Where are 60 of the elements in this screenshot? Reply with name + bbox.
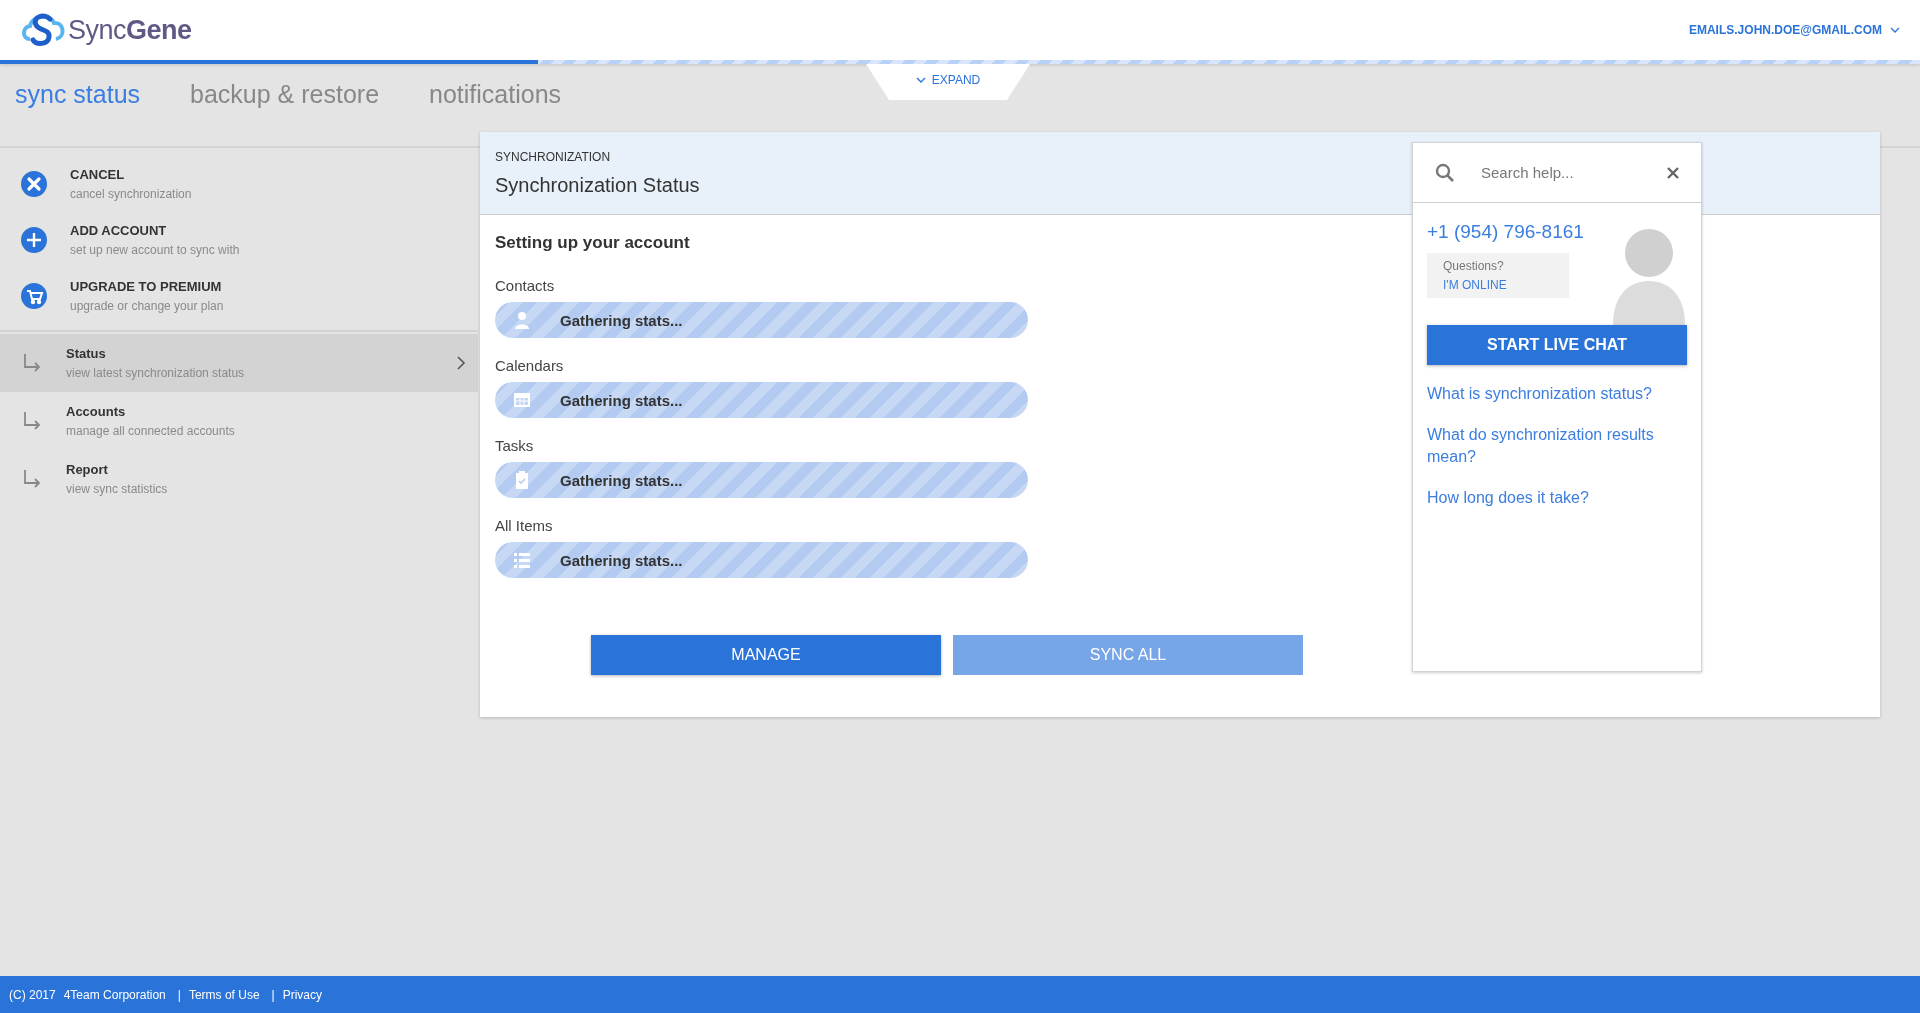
close-icon[interactable] [1667, 166, 1679, 179]
nav-title: Status [66, 346, 107, 361]
footer-link[interactable]: Privacy [282, 987, 323, 1002]
status-text: Gathering stats... [560, 391, 683, 409]
tab[interactable]: notifications [429, 80, 562, 109]
help-link[interactable]: What is synchronization status? [1427, 383, 1687, 405]
footer-separator: | [177, 987, 181, 1002]
help-link[interactable]: How long does it take? [1427, 487, 1687, 509]
expand-tab[interactable]: EXPAND [866, 64, 1030, 100]
panel-title: Synchronization Status [495, 173, 700, 197]
sidebar-action[interactable]: CANCEL cancel synchronization [0, 156, 478, 212]
nav-title: Report [66, 462, 109, 477]
help-link[interactable]: What do synchronization results mean? [1427, 424, 1687, 468]
online-status: I'M ONLINE [1443, 278, 1508, 292]
phone-number: +1 (954) 796-8161 [1427, 221, 1584, 243]
chevron-down-icon [915, 77, 926, 83]
person-icon [512, 310, 532, 330]
footer-link[interactable]: Terms of Use [188, 987, 260, 1002]
account-menu[interactable]: EMAILS.JOHN.DOE@GMAIL.COM [1688, 23, 1900, 37]
search-icon [1435, 162, 1455, 183]
action-title: CANCEL [70, 167, 126, 182]
category-label: Tasks [495, 437, 534, 454]
sidebar-action[interactable]: ADD ACCOUNT set up new account to sync with [0, 212, 478, 268]
nav-subtitle: manage all connected accounts [66, 424, 236, 438]
footer-text: (C) 2017 [9, 987, 56, 1002]
sidebar-nav-item[interactable]: Status view latest synchronization status [0, 334, 478, 392]
cart-icon [20, 282, 48, 310]
plus-circle-icon [20, 226, 48, 254]
start-chat-button[interactable]: START LIVE CHAT [1427, 325, 1687, 365]
sidebar-action[interactable]: UPGRADE TO PREMIUM upgrade or change your plan [0, 268, 478, 324]
logo-text: SyncGene [68, 14, 192, 46]
category-label: Calendars [495, 357, 564, 374]
status-text: Gathering stats... [560, 471, 683, 489]
section-heading: Setting up your account [495, 233, 690, 253]
chevron-down-icon [1890, 27, 1900, 33]
bubble-question: Questions? [1443, 259, 1505, 273]
calendar-icon [512, 390, 532, 410]
chevron-right-icon [456, 355, 466, 371]
category-label: Contacts [495, 277, 555, 294]
action-button[interactable]: MANAGE [591, 635, 941, 675]
nav-subtitle: view sync statistics [66, 482, 169, 496]
footer-separator: | [271, 987, 275, 1002]
action-subtitle: upgrade or change your plan [70, 299, 225, 313]
nav-title: Accounts [66, 404, 127, 419]
category-label: All Items [495, 517, 553, 534]
action-subtitle: set up new account to sync with [70, 243, 241, 257]
nav-subtitle: view latest synchronization status [66, 366, 246, 380]
footer-text: 4Team Corporation [63, 987, 166, 1002]
status-text: Gathering stats... [560, 551, 683, 569]
list-icon [512, 550, 532, 570]
status-text: Gathering stats... [560, 311, 683, 329]
panel-overline: SYNCHRONIZATION [495, 149, 611, 164]
tab[interactable]: backup & restore [190, 80, 380, 109]
action-title: UPGRADE TO PREMIUM [70, 279, 223, 294]
action-title: ADD ACCOUNT [70, 223, 168, 238]
action-subtitle: cancel synchronization [70, 187, 193, 201]
tab[interactable]: sync status [15, 80, 141, 109]
close-circle-icon [20, 170, 48, 198]
sidebar-nav-item[interactable]: Report view sync statistics [0, 450, 478, 508]
sidebar-nav-item[interactable]: Accounts manage all connected accounts [0, 392, 478, 450]
